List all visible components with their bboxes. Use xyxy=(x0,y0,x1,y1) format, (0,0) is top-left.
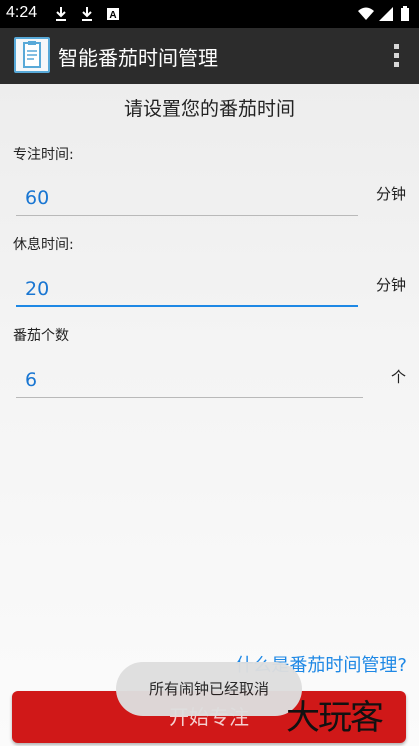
focus-time-label: 专注时间: xyxy=(13,147,74,163)
wifi-icon xyxy=(358,7,374,20)
rest-time-underline xyxy=(16,305,358,307)
main-content: 请设置您的番茄时间 专注时间: 分钟 休息时间: 分钟 番茄个数 个 xyxy=(0,84,419,746)
app-bar: 智能番茄时间管理 xyxy=(0,28,419,84)
rest-time-label: 休息时间: xyxy=(13,237,74,253)
download-icon xyxy=(56,7,66,21)
a-icon: A xyxy=(107,8,119,21)
overflow-menu-icon[interactable] xyxy=(391,42,401,70)
clipboard-icon xyxy=(14,37,50,73)
focus-time-underline xyxy=(16,215,358,216)
watermark-logo: 大玩客 xyxy=(286,698,384,738)
rest-time-unit: 分钟 xyxy=(376,276,407,294)
status-time: 4:24 xyxy=(6,4,38,21)
status-bar: 4:24 A xyxy=(0,0,419,28)
pomodoro-count-label: 番茄个数 xyxy=(13,328,69,344)
pomodoro-count-unit: 个 xyxy=(391,368,407,386)
focus-time-unit: 分钟 xyxy=(376,185,407,203)
toast-message: 所有闹钟已经取消 xyxy=(116,662,302,716)
pomodoro-count-underline xyxy=(16,397,363,398)
rest-time-input[interactable] xyxy=(16,272,358,306)
svg-text:A: A xyxy=(109,10,116,21)
pomodoro-count-input[interactable] xyxy=(16,363,363,397)
status-right-icons xyxy=(358,6,409,21)
app-title: 智能番茄时间管理 xyxy=(58,46,218,70)
battery-icon xyxy=(401,8,409,21)
page-heading: 请设置您的番茄时间 xyxy=(123,98,295,120)
download-icon xyxy=(82,7,92,21)
focus-time-input[interactable] xyxy=(16,181,358,215)
signal-icon xyxy=(379,7,393,21)
